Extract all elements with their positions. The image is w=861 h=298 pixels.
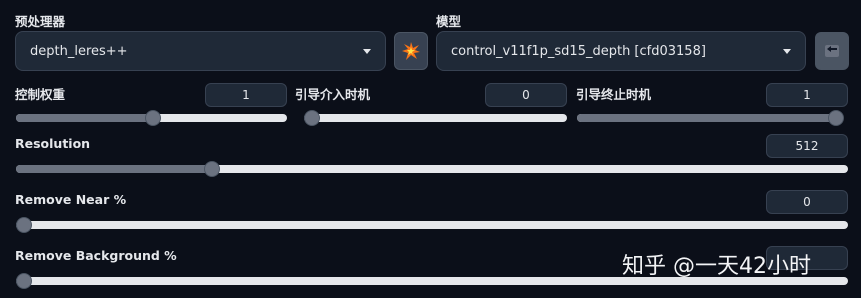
chevron-down-icon xyxy=(783,48,791,54)
remove-background-label: Remove Background % xyxy=(15,248,177,263)
model-label: 模型 xyxy=(436,14,462,29)
guidance-start-slider[interactable] xyxy=(304,110,567,126)
slider-thumb[interactable] xyxy=(828,110,844,126)
guidance-end-input[interactable]: 1 xyxy=(766,83,848,107)
slider-thumb[interactable] xyxy=(144,110,161,126)
slider-thumb[interactable] xyxy=(16,273,32,289)
slider-thumb[interactable] xyxy=(304,110,320,126)
slider-thumb[interactable] xyxy=(204,161,221,177)
slider-fill xyxy=(16,114,152,122)
remove-near-slider[interactable] xyxy=(16,217,848,233)
guidance-end-slider[interactable] xyxy=(577,110,844,126)
guidance-start-label: 引导介入时机 xyxy=(295,87,371,102)
guidance-start-input[interactable]: 0 xyxy=(485,83,567,107)
run-preprocessor-button[interactable] xyxy=(394,32,428,70)
model-value: control_v11f1p_sd15_depth [cfd03158] xyxy=(451,43,706,59)
preprocessor-value: depth_leres++ xyxy=(30,43,128,59)
control-weight-slider[interactable] xyxy=(16,110,287,126)
slider-fill xyxy=(577,114,835,122)
control-weight-label: 控制权重 xyxy=(15,87,66,102)
chevron-down-icon xyxy=(363,48,371,54)
remove-near-input[interactable]: 0 xyxy=(766,190,848,214)
preprocessor-label: 预处理器 xyxy=(15,14,66,29)
arrow-left-icon xyxy=(825,45,839,57)
preprocessor-select[interactable]: depth_leres++ xyxy=(15,31,386,71)
slider-thumb[interactable] xyxy=(16,217,32,233)
explosion-icon xyxy=(402,42,420,60)
remove-near-label: Remove Near % xyxy=(15,192,127,207)
guidance-end-label: 引导终止时机 xyxy=(576,87,652,102)
watermark: 知乎 @一天42小时 xyxy=(622,254,811,279)
resolution-slider[interactable] xyxy=(16,161,848,177)
control-weight-input[interactable]: 1 xyxy=(205,83,287,107)
slider-fill xyxy=(16,165,212,173)
resolution-label: Resolution xyxy=(15,136,91,151)
model-select[interactable]: control_v11f1p_sd15_depth [cfd03158] xyxy=(436,31,806,71)
send-model-button[interactable] xyxy=(815,32,849,70)
resolution-input[interactable]: 512 xyxy=(766,134,848,158)
